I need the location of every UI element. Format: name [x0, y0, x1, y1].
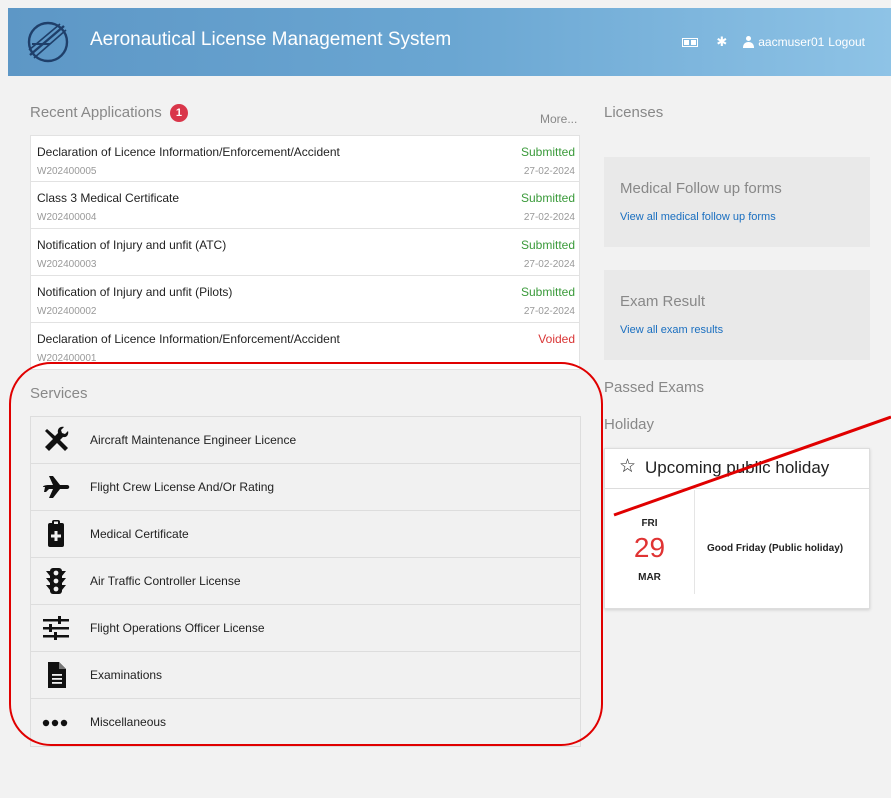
top-navbar: Aeronautical License Management System ✱… — [8, 8, 891, 76]
service-label: Flight Operations Officer License — [90, 621, 265, 635]
traffic-light-icon — [46, 568, 66, 594]
holiday-title: Holiday — [604, 416, 655, 433]
sliders-icon — [43, 616, 69, 640]
star-icon: ☆ — [619, 456, 637, 477]
medical-clipboard-icon — [48, 520, 64, 547]
holiday-name: Good Friday (Public holiday) — [707, 543, 844, 554]
service-label: Miscellaneous — [90, 715, 167, 729]
service-label: Medical Certificate — [90, 527, 189, 541]
application-date: 27-02-2024 — [523, 259, 575, 270]
recent-applications-list: Declaration of Licence Information/Enfor… — [30, 135, 580, 370]
application-name: Declaration of Licence Information/Enfor… — [37, 332, 340, 346]
application-code: W202400001 — [37, 353, 97, 364]
gear-icon[interactable]: ✱ — [716, 35, 727, 48]
service-item-miscellaneous[interactable]: Miscellaneous — [31, 699, 580, 746]
application-code: W202400003 — [37, 259, 97, 270]
application-row[interactable]: Declaration of Licence Information/Enfor… — [30, 323, 580, 370]
recent-applications-label: Recent Applications — [30, 104, 162, 121]
airplane-icon — [43, 476, 70, 498]
application-status: Voided — [538, 332, 575, 346]
holiday-month: MAR — [638, 572, 661, 583]
exam-result-panel: Exam Result View all exam results — [604, 270, 870, 360]
service-label: Air Traffic Controller License — [90, 574, 241, 588]
application-row[interactable]: Notification of Injury and unfit (ATC) W2… — [30, 229, 580, 276]
service-item-flight-ops-officer[interactable]: Flight Operations Officer License — [31, 605, 580, 652]
application-name: Notification of Injury and unfit (ATC) — [37, 238, 227, 252]
service-item-flight-crew[interactable]: Flight Crew License And/Or Rating — [31, 464, 580, 511]
application-row[interactable]: Class 3 Medical Certificate W202400004 Sub… — [30, 182, 580, 229]
service-item-atc-license[interactable]: Air Traffic Controller License — [31, 558, 580, 605]
services-list: Aircraft Maintenance Engineer Licence Fl… — [30, 416, 581, 747]
application-name: Class 3 Medical Certificate — [37, 191, 180, 205]
more-link[interactable]: More... — [540, 112, 577, 126]
logout-link[interactable]: Logout — [828, 35, 865, 49]
application-date: 27-02-2024 — [523, 306, 575, 317]
application-code: W202400005 — [37, 166, 97, 177]
application-status: Submitted — [520, 191, 575, 205]
app-title: Aeronautical License Management System — [90, 29, 452, 50]
application-status: Submitted — [520, 145, 575, 159]
holiday-card-title: Upcoming public holiday — [645, 458, 830, 477]
application-code: W202400002 — [37, 306, 97, 317]
exam-result-title: Exam Result — [620, 293, 706, 310]
service-item-medical-certificate[interactable]: Medical Certificate — [31, 511, 580, 558]
service-label: Examinations — [90, 668, 163, 682]
application-date: 27-02-2024 — [523, 212, 575, 223]
document-icon — [48, 662, 66, 688]
language-icon[interactable] — [682, 37, 699, 47]
service-label: Flight Crew License And/Or Rating — [90, 480, 275, 494]
notification-badge: 1 — [169, 104, 188, 122]
holiday-day-number: 29 — [633, 532, 666, 563]
view-exam-results-link[interactable]: View all exam results — [620, 324, 723, 336]
application-date: 27-02-2024 — [523, 166, 575, 177]
holiday-weekday: FRI — [641, 518, 658, 529]
medical-followup-title: Medical Follow up forms — [620, 180, 782, 197]
service-label: Aircraft Maintenance Engineer Licence — [90, 433, 297, 447]
user-icon — [743, 36, 755, 48]
ellipsis-icon — [42, 719, 68, 727]
application-row[interactable]: Declaration of Licence Information/Enfor… — [30, 135, 580, 182]
view-medical-followup-link[interactable]: View all medical follow up forms — [620, 211, 776, 223]
services-title: Services — [30, 385, 88, 402]
application-name: Notification of Injury and unfit (Pilots… — [37, 285, 233, 299]
top-right-actions: ✱ aacmuser01 Logout — [682, 35, 865, 49]
holiday-card-header: ☆ Upcoming public holiday — [605, 449, 869, 489]
tools-icon — [45, 426, 69, 451]
application-status: Submitted — [520, 285, 575, 299]
service-item-examinations[interactable]: Examinations — [31, 652, 580, 699]
passed-exams-title: Passed Exams — [604, 379, 705, 396]
application-code: W202400004 — [37, 212, 97, 223]
service-item-ame-licence[interactable]: Aircraft Maintenance Engineer Licence — [31, 417, 580, 464]
holiday-date: FRI 29 MAR — [605, 490, 695, 594]
recent-applications-title: Recent Applications 1 — [30, 104, 188, 122]
holiday-card: ☆ Upcoming public holiday FRI 29 MAR Goo… — [604, 448, 870, 609]
aircraft-logo[interactable] — [26, 20, 70, 64]
medical-followup-panel: Medical Follow up forms View all medical… — [604, 157, 870, 247]
application-status: Submitted — [520, 238, 575, 252]
username-link[interactable]: aacmuser01 — [758, 35, 824, 49]
application-row[interactable]: Notification of Injury and unfit (Pilots… — [30, 276, 580, 323]
application-name: Declaration of Licence Information/Enfor… — [37, 145, 340, 159]
licenses-title: Licenses — [604, 104, 664, 121]
